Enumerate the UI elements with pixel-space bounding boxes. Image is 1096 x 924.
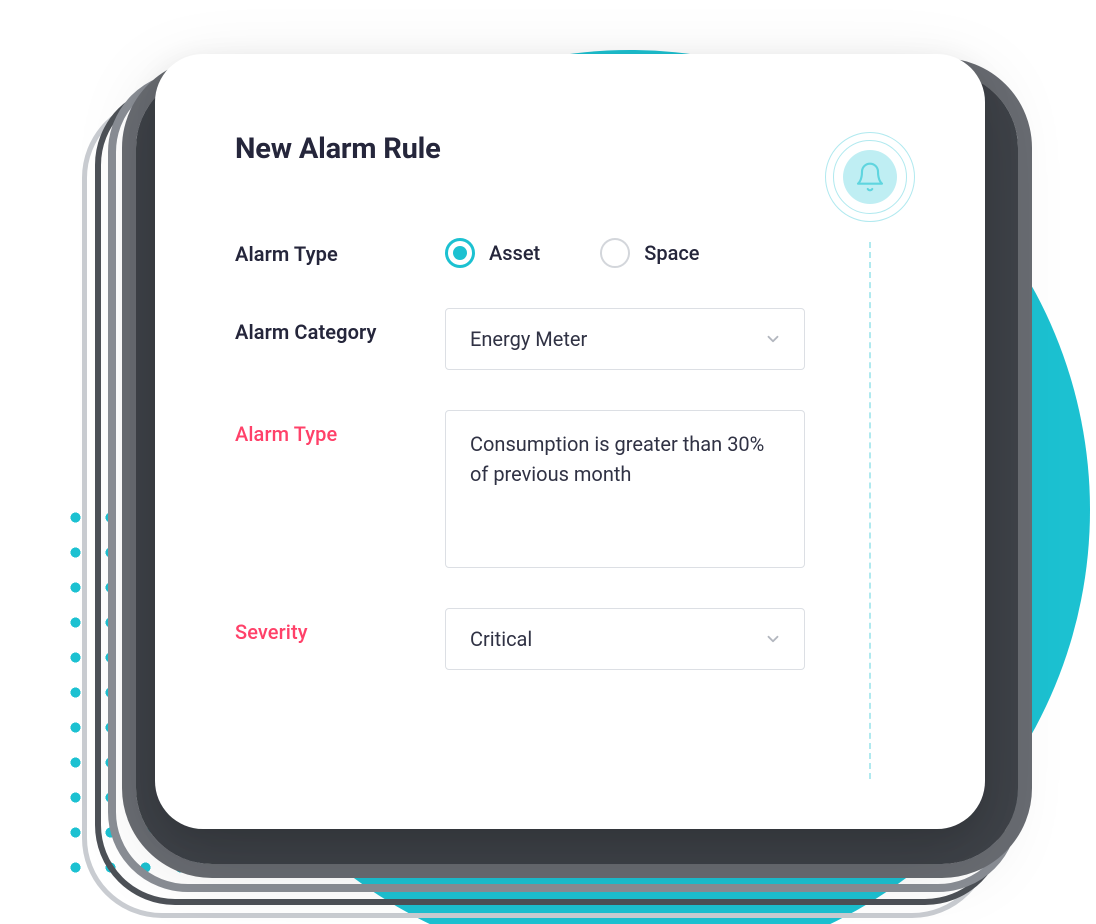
row-severity: Severity Critical [235,608,805,670]
alarm-category-select[interactable]: Energy Meter [445,308,805,370]
radio-asset[interactable]: Asset [445,238,540,268]
radio-label: Space [644,241,699,265]
radio-space[interactable]: Space [600,238,699,268]
row-alarm-type-desc: Alarm Type Consumption is greater than 3… [235,410,805,568]
timeline-column [825,132,915,779]
row-alarm-type: Alarm Type Asset Space [235,230,805,268]
label-alarm-type-desc: Alarm Type [235,410,445,446]
bell-icon [843,150,897,204]
new-alarm-rule-card: New Alarm Rule Alarm Type Asset [155,54,985,829]
chevron-down-icon [764,630,782,648]
chevron-down-icon [764,330,782,348]
radio-label: Asset [489,241,540,265]
textarea-value: Consumption is greater than 30% of previ… [470,432,764,486]
label-alarm-category: Alarm Category [235,308,445,344]
alarm-type-radio-group: Asset Space [445,230,805,268]
label-alarm-type: Alarm Type [235,230,445,266]
bell-badge [825,132,915,222]
severity-select[interactable]: Critical [445,608,805,670]
alarm-type-description-input[interactable]: Consumption is greater than 30% of previ… [445,410,805,568]
select-value: Energy Meter [470,327,587,351]
page-title: New Alarm Rule [235,132,805,166]
row-alarm-category: Alarm Category Energy Meter [235,308,805,370]
label-severity: Severity [235,608,445,644]
radio-indicator-unselected [600,238,630,268]
form-column: New Alarm Rule Alarm Type Asset [235,132,805,779]
select-value: Critical [470,627,532,651]
radio-indicator-selected [445,238,475,268]
timeline-dashed-line [869,242,871,779]
